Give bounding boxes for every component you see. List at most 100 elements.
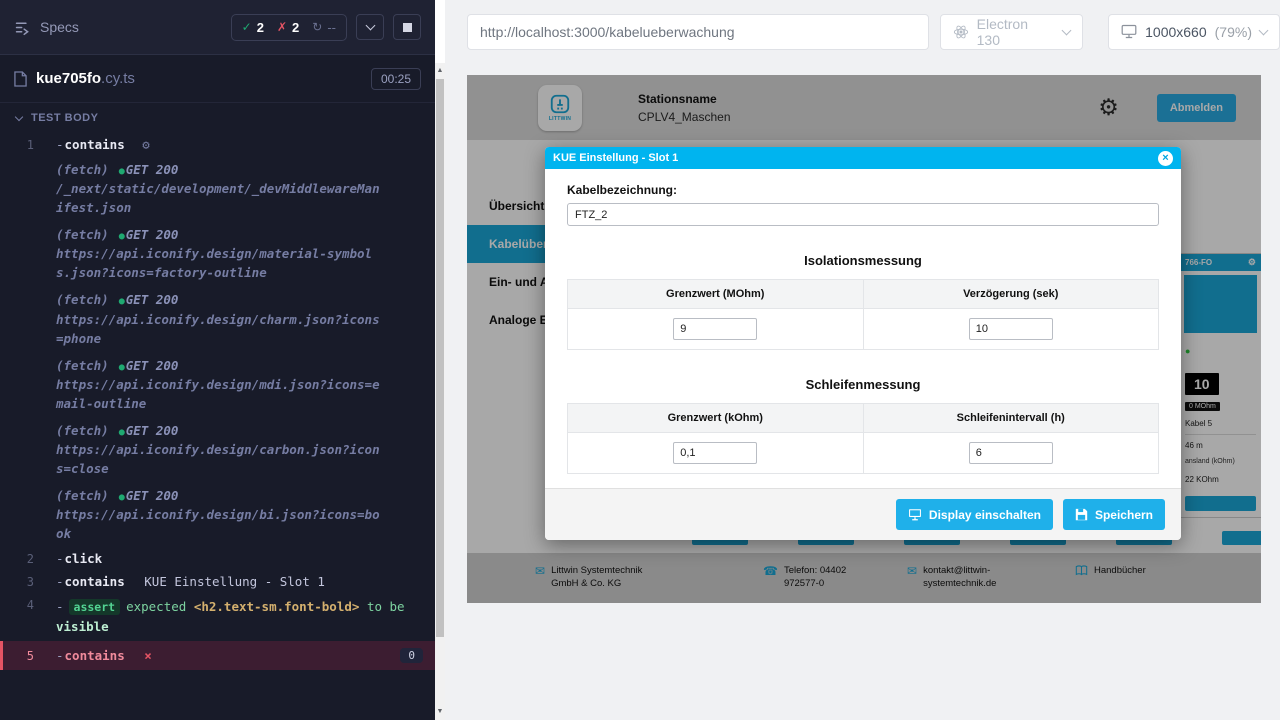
url-input[interactable] (467, 14, 929, 50)
test-body-label: TEST BODY (31, 112, 98, 124)
fetch-url: https://api.iconify.design/material-symb… (56, 244, 386, 282)
log-step-2[interactable]: 2 -click (0, 547, 435, 570)
schleifenmessung-title: Schleifenmessung (567, 377, 1159, 392)
display-einschalten-button[interactable]: Display einschalten (896, 499, 1053, 530)
stop-icon (403, 23, 412, 32)
spec-name: kue705fo (36, 70, 101, 87)
specs-link[interactable]: Specs (40, 19, 79, 35)
loop-grenzwert-header: Grenzwert (kOhm) (568, 404, 864, 433)
fetch-status: GET 200 (126, 358, 179, 373)
aut-stage: LITTWIN Stationsname CPLV4_Maschen ⚙ Abm… (445, 63, 1280, 720)
window: Specs ✓ 2 ✗ 2 ↻ -- (0, 0, 1280, 720)
save-floppy-icon (1075, 508, 1088, 521)
check-icon: ✓ (242, 20, 252, 34)
status-dot-icon: ● (119, 492, 125, 503)
monitor-icon (1121, 24, 1137, 39)
viewport-zoom: (79%) (1215, 24, 1252, 40)
command-name: contains (65, 648, 125, 663)
scroll-up-arrow[interactable]: ▲ (435, 65, 445, 77)
line-number: 1 (0, 137, 56, 152)
loop-grenzwert-input[interactable] (673, 442, 757, 464)
command-dash: - (56, 648, 64, 663)
fetch-url: https://api.iconify.design/charm.json?ic… (56, 310, 386, 348)
viewport-size: 1000x660 (1145, 24, 1207, 40)
schleifenmessung-table: Grenzwert (kOhm) Schleifenintervall (h) (567, 403, 1159, 474)
fetch-label: (fetch) (56, 162, 109, 177)
fetch-log-entry[interactable]: (fetch) ●GET 200 https://api.iconify.desi… (0, 221, 435, 286)
fetch-status: GET 200 (126, 162, 179, 177)
scrollbar-thumb[interactable] (436, 79, 444, 637)
electron-icon (953, 24, 969, 40)
line-number: 4 (0, 597, 56, 637)
command-message: KUE Einstellung - Slot 1 (144, 574, 325, 589)
fetch-log-entry[interactable]: (fetch) ●GET 200 /_next/static/developmen… (0, 156, 435, 221)
status-dot-icon: ● (119, 427, 125, 438)
viewport-selector[interactable]: 1000x660 (79%) (1108, 14, 1280, 50)
spec-header[interactable]: kue705fo.cy.ts 00:25 (0, 55, 435, 103)
fetch-label: (fetch) (56, 488, 109, 503)
modal-footer: Display einschalten Speichern (545, 488, 1181, 540)
stat-failed: ✗ 2 (277, 20, 299, 35)
stat-passed: ✓ 2 (242, 20, 264, 35)
spec-file-icon (14, 71, 27, 87)
command-log: 1 -contains ⚙ (fetch)●GET 200 /_next/sta… (0, 133, 435, 670)
chevron-down-icon (365, 21, 375, 31)
stop-button[interactable] (393, 14, 421, 40)
fetch-url: /_next/static/development/_devMiddleware… (56, 179, 386, 217)
browser-selector[interactable]: Electron 130 (940, 14, 1084, 50)
status-dot-icon: ● (119, 166, 125, 177)
line-number: 2 (0, 551, 56, 566)
specs-menu-icon[interactable] (14, 19, 31, 36)
kabelbezeichnung-label: Kabelbezeichnung: (567, 183, 1159, 197)
fetch-log-entry[interactable]: (fetch)●GET 200 https://api.iconify.desi… (0, 482, 435, 547)
fetch-label: (fetch) (56, 292, 109, 307)
fetch-log-entry[interactable]: (fetch)●GET 200 https://api.iconify.desi… (0, 417, 435, 482)
aut-pane: Electron 130 1000x660 (79%) LITTWIN (445, 0, 1280, 720)
log-step-1[interactable]: 1 -contains ⚙ (0, 133, 435, 156)
chevron-down-icon (1259, 25, 1269, 35)
test-body-toggle[interactable]: TEST BODY (0, 103, 435, 133)
display-icon (908, 508, 922, 521)
kue-settings-modal: KUE Einstellung - Slot 1 × Kabelbezeichn… (545, 147, 1181, 540)
speichern-button[interactable]: Speichern (1063, 499, 1165, 530)
command-dash: - (56, 574, 64, 589)
options-gear-icon: ⚙ (142, 137, 150, 152)
iso-grenzwert-header: Grenzwert (MOhm) (568, 280, 864, 309)
scroll-down-arrow[interactable]: ▼ (435, 706, 445, 718)
stat-pending: ↻ -- (312, 20, 336, 35)
fetch-label: (fetch) (56, 227, 109, 242)
log-step-4[interactable]: 4 -assertexpected <h2.text-sm.font-bold>… (0, 593, 435, 641)
loop-intervall-input[interactable] (969, 442, 1053, 464)
browser-name: Electron 130 (977, 16, 1056, 48)
isolationsmessung-table: Grenzwert (MOhm) Verzögerung (sek) (567, 279, 1159, 350)
collapse-button[interactable] (356, 14, 384, 40)
fetch-log-entry[interactable]: (fetch) ●GET 200 https://api.iconify.desi… (0, 286, 435, 351)
isolationsmessung-title: Isolationsmessung (567, 253, 1159, 268)
fetch-log-entry[interactable]: (fetch)●GET 200 https://api.iconify.desi… (0, 352, 435, 417)
fetch-status: GET 200 (126, 423, 179, 438)
fetch-status: GET 200 (126, 292, 179, 307)
loop-intervall-header: Schleifenintervall (h) (863, 404, 1159, 433)
sidebar-scrollbar: ▲ ▼ (435, 0, 445, 720)
close-icon[interactable]: × (1158, 151, 1173, 166)
assert-to-be: to be (367, 599, 405, 614)
kabelbezeichnung-input[interactable] (567, 203, 1159, 226)
log-step-5-failed[interactable]: 5 -contains × 0 (0, 641, 435, 670)
line-number: 3 (0, 574, 56, 589)
reporter-header: Specs ✓ 2 ✗ 2 ↻ -- (0, 0, 435, 55)
iso-verzoegerung-header: Verzögerung (sek) (863, 280, 1159, 309)
fetch-label: (fetch) (56, 358, 109, 373)
status-dot-icon: ● (119, 231, 125, 242)
status-dot-icon: ● (119, 296, 125, 307)
log-step-3[interactable]: 3 -contains KUE Einstellung - Slot 1 (0, 570, 435, 593)
iso-verzoegerung-input[interactable] (969, 318, 1053, 340)
command-name: contains (65, 137, 125, 152)
fetch-label: (fetch) (56, 423, 109, 438)
command-dash: - (56, 599, 64, 614)
iso-grenzwert-input[interactable] (673, 318, 757, 340)
scrollbar-track[interactable]: ▲ ▼ (435, 63, 445, 720)
spec-duration: 00:25 (371, 68, 421, 90)
assert-visible: visible (56, 619, 109, 634)
fetch-status: GET 200 (126, 227, 179, 242)
passed-count: 2 (257, 20, 264, 35)
